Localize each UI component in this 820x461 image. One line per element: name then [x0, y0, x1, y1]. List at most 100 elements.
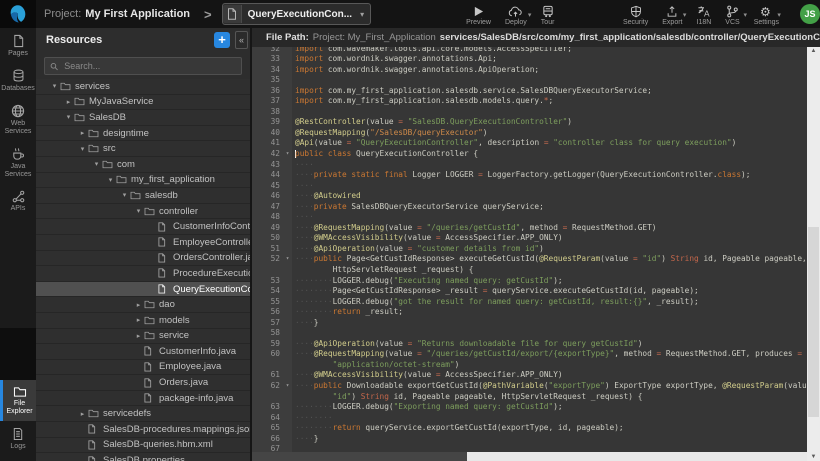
horizontal-scrollbar-thumb[interactable] — [467, 452, 807, 461]
code-line: 65········return queryService.exportGetC… — [252, 423, 807, 434]
open-file-selector[interactable]: QueryExecutionCon... ▾ — [222, 3, 371, 25]
code-token: ) — [483, 128, 488, 137]
file-icon — [88, 456, 103, 461]
fold-gutter — [283, 181, 292, 192]
code-token: RequestMethod.GET, produces — [661, 349, 797, 358]
tree-item-label: SalesDB-queries.hbm.xml — [103, 439, 213, 450]
tree-item[interactable]: ▸servicedefs — [36, 406, 250, 422]
deploy-button[interactable]: ▾Deploy — [505, 2, 527, 26]
settings-button[interactable]: ⚙▾Settings — [754, 2, 779, 26]
scroll-up-arrow-icon[interactable]: ▲ — [807, 48, 820, 54]
tree-item[interactable]: CustomerInfo.java — [36, 344, 250, 360]
shield-icon — [630, 5, 642, 18]
rail-bottom-group: File ExplorerLogs••• — [0, 380, 36, 461]
collapse-panel-button[interactable]: « — [235, 31, 248, 49]
tree-item[interactable]: ▸models — [36, 313, 250, 329]
tree-item[interactable]: ▾SalesDB — [36, 110, 250, 126]
fold-gutter — [283, 47, 292, 54]
sidebar-item-web-services[interactable]: Web Services — [0, 98, 36, 141]
code-token: @RequestMapping — [295, 128, 365, 137]
tree-item[interactable]: SalesDB-procedures.mappings.json — [36, 422, 250, 438]
tree-item[interactable]: ▸MyJavaService — [36, 95, 250, 111]
scroll-down-arrow-icon[interactable]: ▼ — [807, 454, 820, 460]
code-text: ····@ApiOperation(value = "Returns downl… — [292, 339, 642, 350]
tree-item[interactable]: QueryExecutionController.java — [36, 282, 250, 298]
collapse-arrow-icon: ▾ — [63, 113, 74, 121]
code-token: _result; — [361, 307, 403, 316]
tour-button[interactable]: Tour — [541, 2, 555, 26]
file-icon — [88, 440, 103, 450]
tree-item[interactable]: SalesDB-queries.hbm.xml — [36, 438, 250, 454]
tree-item[interactable]: ▾src — [36, 141, 250, 157]
code-token: ···· — [295, 181, 314, 190]
globe-icon — [11, 104, 25, 118]
code-token: SalesDBQueryExecutorService queryService… — [347, 202, 544, 211]
tree-item[interactable]: ▸service — [36, 329, 250, 345]
folder-icon — [144, 331, 159, 340]
coffee-icon — [11, 147, 25, 161]
code-line: 46····@Autowired — [252, 191, 807, 202]
tree-item[interactable]: ▾my_first_application — [36, 173, 250, 189]
sidebar-item-file-explorer[interactable]: File Explorer — [0, 380, 36, 421]
line-number — [252, 392, 283, 403]
sidebar-item-apis[interactable]: APIs — [0, 184, 36, 218]
tree-item[interactable]: Orders.java — [36, 375, 250, 391]
tree-item[interactable]: package-info.java — [36, 391, 250, 407]
security-button[interactable]: Security — [623, 2, 648, 26]
more-options-button[interactable]: ••• — [0, 456, 36, 461]
vertical-scrollbar[interactable]: ▲ ▼ — [807, 47, 820, 461]
code-token: "controller class for query execution" — [553, 138, 731, 147]
tree-item-label: EmployeeController.java — [173, 237, 250, 248]
line-number: 66 — [252, 434, 283, 445]
code-token: ···· — [295, 223, 314, 232]
sidebar-item-pages[interactable]: Pages — [0, 28, 36, 63]
file-icon — [223, 5, 242, 23]
code-token: public — [314, 381, 342, 390]
tree-item[interactable]: Employee.java — [36, 360, 250, 376]
export-button[interactable]: ▾Export — [662, 2, 682, 26]
code-token: @RequestParam — [539, 254, 600, 263]
code-line: 52▾····public Page<GetCustIdResponse> ex… — [252, 254, 807, 265]
sidebar-item-databases[interactable]: Databases — [0, 63, 36, 98]
tree-item[interactable]: ▾services — [36, 79, 250, 95]
code-token: @RequestMapping — [314, 223, 384, 232]
tree-item[interactable]: ▸designtime — [36, 126, 250, 142]
collapse-arrow-icon: ▾ — [119, 191, 130, 199]
tree-item[interactable]: SalesDB.properties — [36, 453, 250, 461]
code-line: HttpServletRequest _request) { — [252, 265, 807, 276]
tree-item[interactable]: ▾com — [36, 157, 250, 173]
add-resource-button[interactable]: + — [214, 32, 230, 48]
code-editor[interactable]: 32import com.wavemaker.tools.api.core.mo… — [252, 47, 820, 461]
folder-icon — [102, 160, 117, 169]
code-token: "/queries/getCustId/export/{exportType}" — [426, 349, 614, 358]
vertical-scrollbar-thumb[interactable] — [808, 227, 819, 417]
code-token — [295, 392, 333, 401]
code-token: ···· — [295, 160, 314, 169]
code-token: "Returns downloadable file for query get… — [417, 339, 638, 348]
tree-item[interactable]: OrdersController.java — [36, 251, 250, 267]
tree-item[interactable]: ▾controller — [36, 204, 250, 220]
preview-button[interactable]: Preview — [466, 2, 491, 26]
tree-item[interactable]: EmployeeController.java — [36, 235, 250, 251]
code-text: import com.my_first_application.salesdb.… — [292, 96, 553, 107]
code-token: private — [314, 170, 347, 179]
svg-text:A: A — [704, 9, 710, 18]
search-input[interactable] — [62, 60, 236, 72]
tree-item[interactable]: ▸dao — [36, 297, 250, 313]
tree-item[interactable]: CustomerInfoController.java — [36, 219, 250, 235]
code-line: 57····} — [252, 318, 807, 329]
tree-item[interactable]: ProcedureExecutionController.java — [36, 266, 250, 282]
i18n-button[interactable]: AI18N — [697, 2, 712, 26]
vcs-button[interactable]: ▾VCS — [725, 2, 739, 26]
app-logo[interactable] — [0, 0, 36, 28]
horizontal-scrollbar[interactable] — [252, 452, 807, 461]
line-number: 62 — [252, 381, 283, 392]
sidebar-item-java-services[interactable]: Java Services — [0, 141, 36, 184]
tree-item[interactable]: ▾salesdb — [36, 188, 250, 204]
line-number: 35 — [252, 75, 283, 86]
fold-gutter — [283, 54, 292, 65]
rail-spacer — [0, 328, 36, 380]
user-avatar[interactable]: JS — [800, 4, 820, 24]
sidebar-item-logs[interactable]: Logs — [0, 421, 36, 456]
code-token: ···· — [295, 170, 314, 179]
